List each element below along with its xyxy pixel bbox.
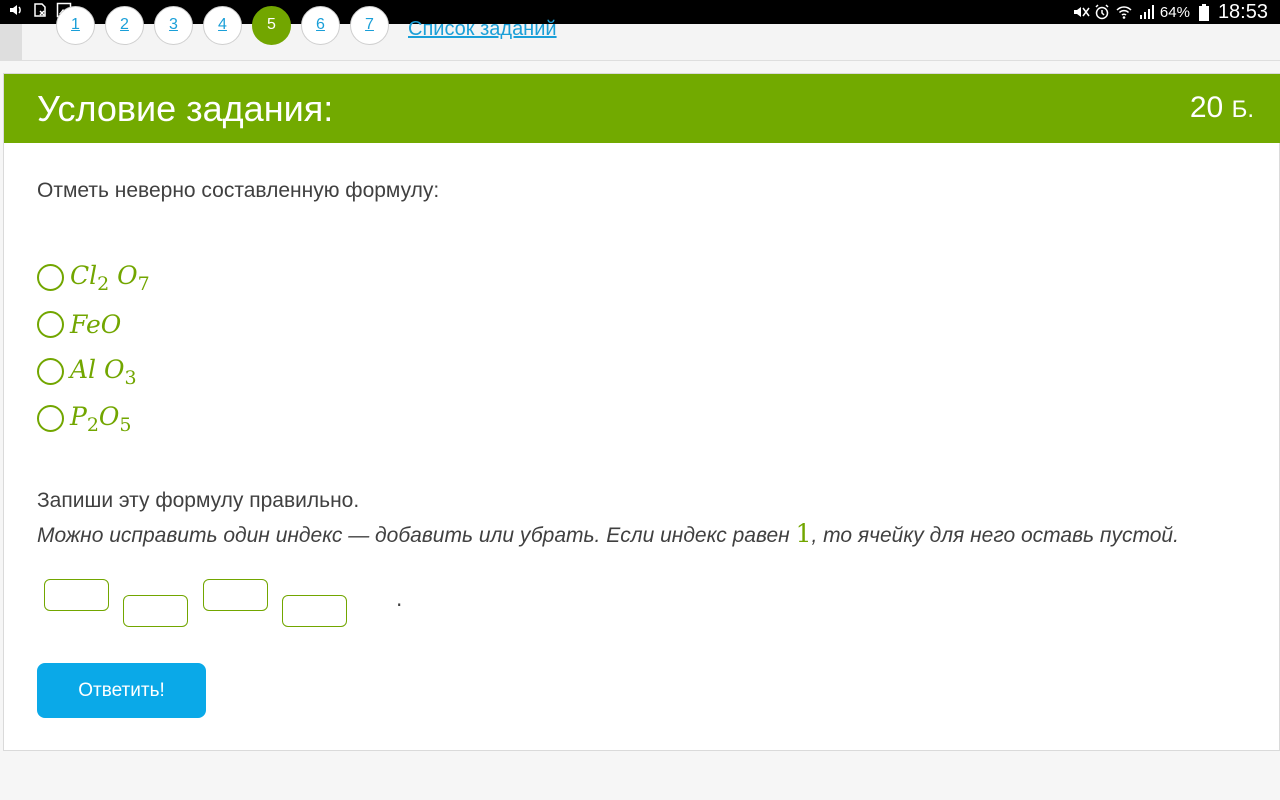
hint-number: 1 [795,519,812,548]
submit-button[interactable]: Ответить! [37,663,206,718]
instruction-text: Запиши эту формулу правильно. [37,489,360,512]
radio-button[interactable] [37,405,64,432]
radio-button[interactable] [37,264,64,291]
formula: Cl2 O7 [70,260,150,295]
task-number-list: 1 2 3 4 5 6 7 [56,6,389,45]
answer-options: Cl2 O7 FeO Al O3 P2O5 [37,254,150,442]
option-p2o5[interactable]: P2O5 [37,395,150,442]
task-nav-strip: 1 2 3 4 5 6 7 Список заданий [0,6,1280,61]
battery-icon [1196,4,1212,21]
task-list-link[interactable]: Список заданий [408,18,557,41]
radio-button[interactable] [37,311,64,338]
formula: Al O3 [70,354,137,389]
task-nav-inner: 1 2 3 4 5 6 7 Список заданий [22,6,1280,60]
clock: 18:53 [1217,1,1268,23]
option-alo3[interactable]: Al O3 [37,348,150,395]
volume-icon [8,2,24,18]
task-number-1[interactable]: 1 [56,6,95,45]
points-value: 20 [1189,91,1224,124]
formula-input-group: . [44,579,402,639]
task-number-2[interactable]: 2 [105,6,144,45]
task-title: Условие задания: [37,88,334,129]
task-number-3[interactable]: 3 [154,6,193,45]
task-card: Условие задания: 20 Б. Отметь неверно со… [3,73,1280,751]
element-input-2[interactable] [203,579,268,611]
question-text: Отметь неверно составленную формулу: [37,179,440,202]
task-number-7[interactable]: 7 [350,6,389,45]
task-header: Условие задания: 20 Б. [4,74,1280,143]
wifi-icon [1116,4,1132,20]
points-unit: Б. [1231,96,1254,123]
task-points: 20 Б. [1190,91,1254,125]
formula: P2O5 [70,401,132,436]
alarm-icon [1094,4,1110,20]
index-input-2[interactable] [282,595,347,627]
task-number-5-active[interactable]: 5 [252,6,291,45]
index-input-1[interactable] [123,595,188,627]
signal-icon [1138,4,1154,20]
period: . [396,587,403,611]
element-input-1[interactable] [44,579,109,611]
hint-text: Можно исправить один индекс — добавить и… [37,519,1179,548]
task-number-6[interactable]: 6 [301,6,340,45]
sim-icon [32,2,48,18]
battery-percent: 64% [1159,3,1190,21]
task-number-4[interactable]: 4 [203,6,242,45]
mute-icon [1072,4,1090,20]
formula: FeO [70,310,122,339]
radio-button[interactable] [37,358,64,385]
option-cl2o7[interactable]: Cl2 O7 [37,254,150,301]
option-feo[interactable]: FeO [37,301,150,348]
